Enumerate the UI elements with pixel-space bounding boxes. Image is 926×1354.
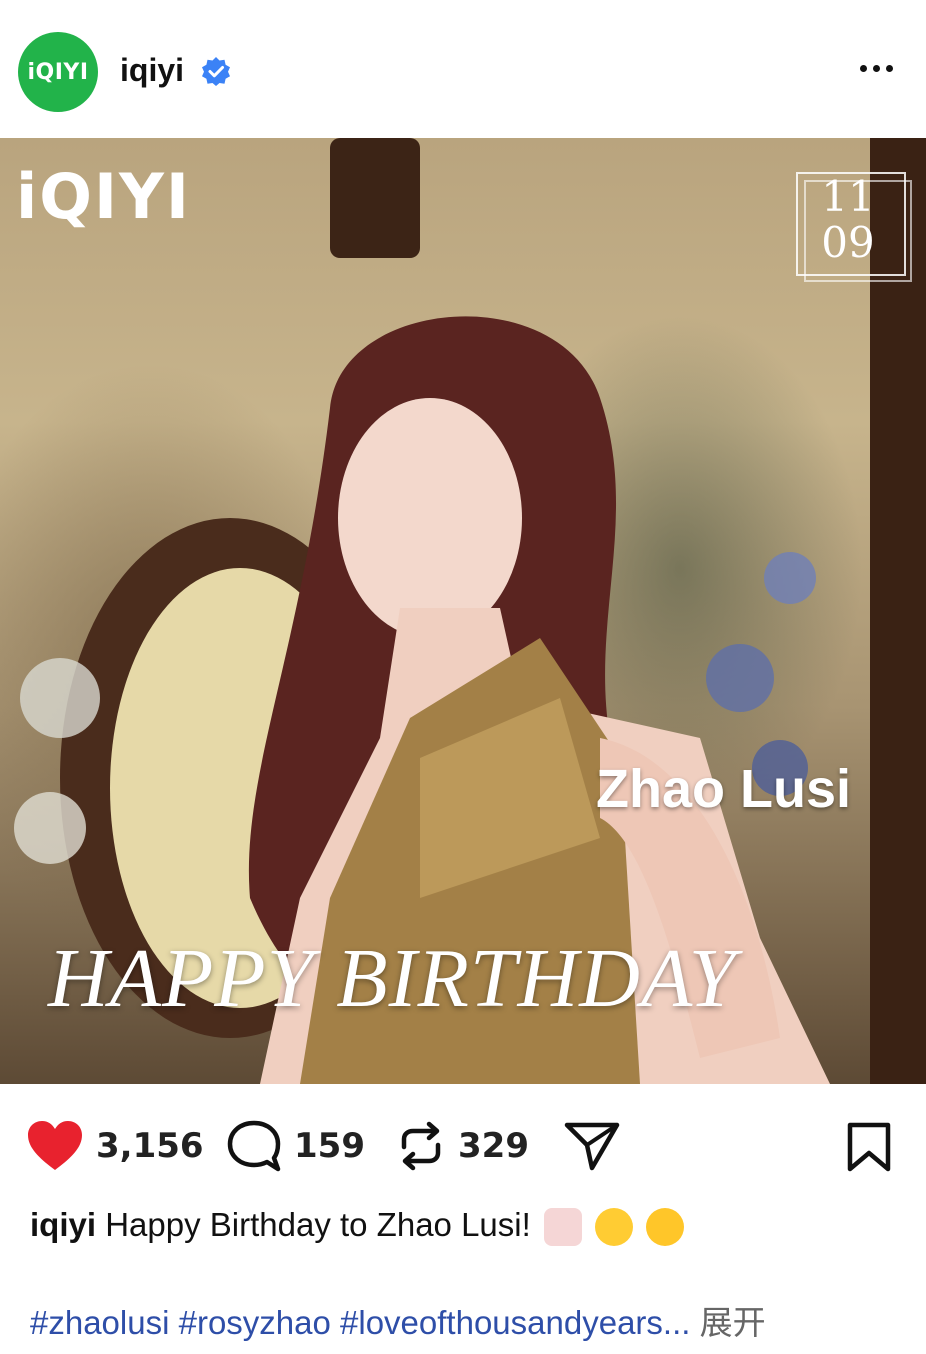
send-icon xyxy=(564,1122,620,1171)
date-label: 11 09 xyxy=(808,174,888,266)
date-day: 09 xyxy=(821,218,875,267)
comment-button[interactable]: 159 xyxy=(226,1118,365,1174)
repost-button[interactable]: 329 xyxy=(396,1118,529,1174)
post-image[interactable]: iQIYI 11 09 Zhao Lusi HAPPY BIRTHDAY xyxy=(0,138,926,1084)
date-month: 11 xyxy=(821,172,875,221)
post-header: iQIYI iqiyi xyxy=(0,0,926,138)
hashtags[interactable]: #zhaolusi #rosyzhao #loveofthousandyears… xyxy=(30,1304,690,1341)
star-struck-emoji xyxy=(646,1208,685,1247)
like-button[interactable]: 3,156 xyxy=(26,1118,204,1174)
comment-count: 159 xyxy=(294,1126,365,1166)
share-button[interactable] xyxy=(564,1118,620,1174)
post-caption: iqiyi Happy Birthday to Zhao Lusi! xyxy=(30,1206,685,1247)
birthday-cake-emoji xyxy=(543,1208,582,1247)
action-bar: 3,156 159 329 xyxy=(0,1100,926,1192)
caption-text: Happy Birthday to Zhao Lusi! xyxy=(105,1206,531,1243)
repost-icon xyxy=(401,1121,441,1171)
expand-caption-link[interactable]: 展开 xyxy=(700,1304,766,1341)
like-count: 3,156 xyxy=(96,1126,204,1166)
avatar[interactable]: iQIYI xyxy=(18,32,98,112)
heart-icon xyxy=(28,1121,82,1170)
bookmark-icon[interactable] xyxy=(846,1122,892,1172)
caption-author[interactable]: iqiyi xyxy=(30,1206,96,1243)
repost-count: 329 xyxy=(458,1126,529,1166)
username[interactable]: iqiyi xyxy=(120,52,184,89)
verified-badge-icon xyxy=(202,57,230,86)
celebrity-name: Zhao Lusi xyxy=(596,759,851,819)
comment-icon xyxy=(227,1120,281,1172)
more-options-icon[interactable] xyxy=(860,58,900,78)
hashtag-line: #zhaolusi #rosyzhao #loveofthousandyears… xyxy=(30,1296,766,1344)
iqiyi-watermark-logo: iQIYI xyxy=(16,160,191,233)
avatar-logo-text: iQIYI xyxy=(27,59,89,85)
partying-face-emoji xyxy=(595,1208,634,1247)
birthday-headline: HAPPY BIRTHDAY xyxy=(48,932,737,1025)
